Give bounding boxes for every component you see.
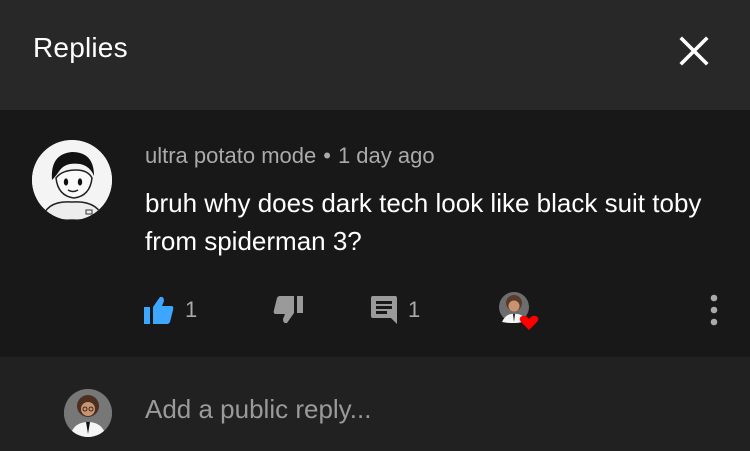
creator-heart <box>498 288 540 332</box>
creator-heart-icon <box>499 292 539 330</box>
meta-separator: • <box>323 143 331 168</box>
comment-actions: 1 1 <box>0 288 750 332</box>
comment-time: 1 day ago <box>337 143 435 168</box>
replies-panel: Replies ultra potato mode • 1 day ago bruh… <box>0 0 750 451</box>
close-button[interactable] <box>672 29 716 73</box>
replies-header: Replies <box>0 0 750 110</box>
thumbs-down-icon <box>273 296 303 324</box>
author-name[interactable]: ultra potato mode <box>145 143 316 168</box>
reply-input[interactable] <box>145 387 705 431</box>
comment-meta: ultra potato mode • 1 day ago <box>145 143 435 169</box>
reply-icon <box>371 296 397 324</box>
like-button[interactable]: 1 <box>143 288 197 332</box>
reply-count: 1 <box>408 297 421 322</box>
like-count: 1 <box>185 297 198 322</box>
reply-button[interactable]: 1 <box>370 288 420 332</box>
page-title: Replies <box>33 32 128 63</box>
more-options-button[interactable] <box>700 288 728 332</box>
close-icon <box>679 36 709 66</box>
avatar <box>64 389 112 437</box>
more-vert-icon <box>710 294 718 326</box>
user-avatar-image <box>64 389 112 437</box>
dislike-button[interactable] <box>272 288 304 332</box>
comment-item: ultra potato mode • 1 day ago bruh why doe… <box>0 110 750 357</box>
author-avatar[interactable] <box>32 140 112 220</box>
reply-bar <box>0 357 750 451</box>
avatar-image <box>32 140 112 220</box>
thumbs-up-icon <box>144 296 174 324</box>
comment-text: bruh why does dark tech look like black … <box>145 188 702 256</box>
